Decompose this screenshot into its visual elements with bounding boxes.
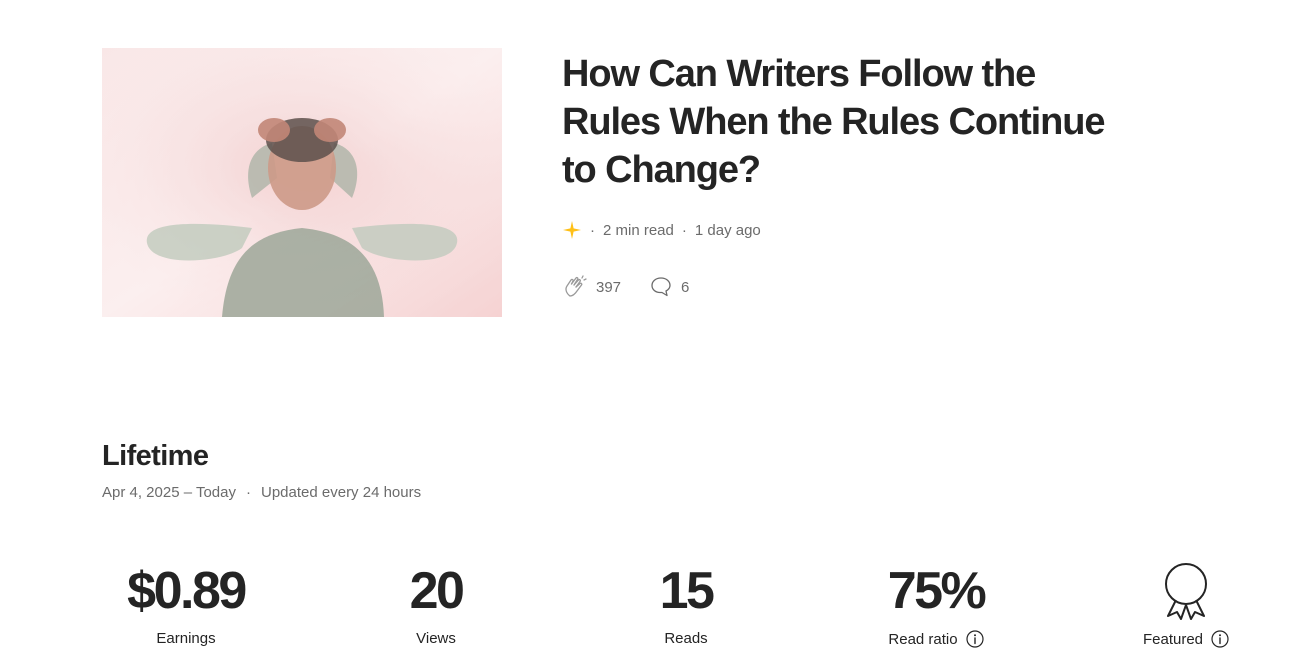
meta-separator: · [681, 221, 687, 239]
story-hero-image[interactable] [102, 48, 502, 317]
stat-featured: Featured [1086, 560, 1286, 648]
reads-value: 15 [659, 562, 715, 620]
info-icon[interactable] [1211, 630, 1229, 648]
stats-section-title: Lifetime [102, 440, 209, 472]
views-label-text: Views [416, 630, 456, 647]
comment-icon [651, 277, 671, 297]
views-value: 20 [409, 562, 465, 620]
responses-button[interactable]: 6 [649, 275, 689, 299]
stat-views: 20 Views [336, 560, 536, 647]
clap-icon [565, 275, 587, 297]
meta-separator: · [590, 221, 595, 239]
featured-label: Featured [1086, 630, 1286, 648]
views-label: Views [336, 630, 536, 647]
info-icon[interactable] [966, 630, 984, 648]
stat-earnings: $0.89 Earnings [86, 560, 286, 647]
star-icon [562, 220, 582, 240]
read-ratio-value: 75% [887, 562, 987, 620]
published-time: 1 day ago [694, 221, 761, 239]
earnings-value: $0.89 [127, 562, 247, 620]
stat-reads: 15 Reads [586, 560, 786, 647]
read-time: 2 min read [603, 221, 674, 239]
stat-read-ratio: 75% Read ratio [836, 560, 1036, 648]
read-ratio-label: Read ratio [836, 630, 1036, 648]
read-ratio-label-text: Read ratio [888, 630, 958, 648]
story-meta: · 2 min read · 1 day ago [562, 218, 761, 242]
featured-label-text: Featured [1142, 630, 1204, 648]
responses-count: 6 [681, 278, 690, 296]
update-note: Updated every 24 hours [261, 484, 422, 501]
date-range: Apr 4, 2025 – Today [102, 484, 236, 501]
stats-subtitle: Apr 4, 2025 – Today · Updated every 24 h… [102, 484, 421, 501]
earnings-label: Earnings [86, 630, 286, 647]
award-ribbon-icon [1086, 560, 1286, 622]
claps-count: 397 [596, 278, 622, 296]
story-title[interactable]: How Can Writers Follow the Rules When th… [562, 50, 1142, 194]
reads-label-text: Reads [664, 630, 708, 647]
claps-button[interactable]: 397 [562, 274, 621, 300]
engagement-row: 397 6 [562, 274, 689, 300]
earnings-label-text: Earnings [156, 630, 216, 647]
reads-label: Reads [586, 630, 786, 647]
meta-separator: · [246, 484, 251, 501]
